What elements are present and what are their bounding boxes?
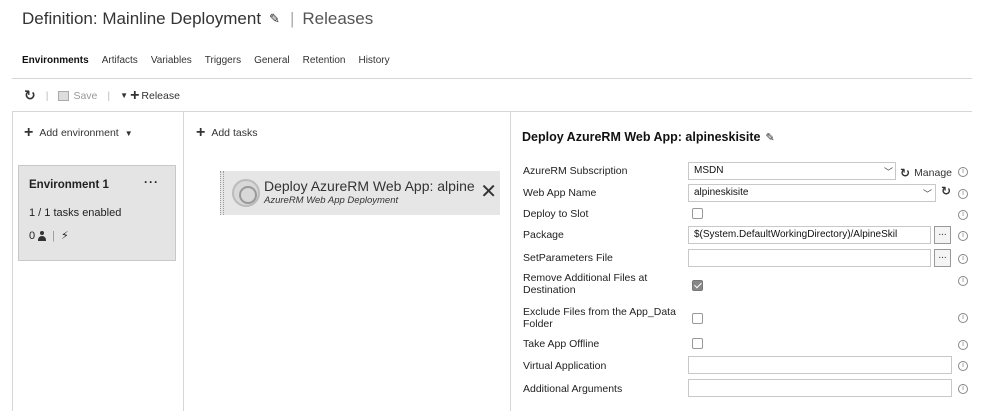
info-icon[interactable]: i [958, 276, 968, 286]
environment-tasks-status: 1 / 1 tasks enabled [29, 207, 122, 219]
panel-title: Deploy AzureRM Web App: alpineskisite [522, 130, 761, 144]
info-icon[interactable]: i [958, 254, 968, 264]
add-environment-button[interactable]: + Add environment ▼ [24, 124, 133, 141]
save-button[interactable]: Save [58, 90, 97, 102]
environment-name: Environment 1 [29, 179, 109, 191]
toolbar-separator: | [107, 89, 111, 102]
web-app-name-label: Web App Name [523, 187, 597, 199]
tab-history[interactable]: History [358, 55, 389, 66]
package-value: $(System.DefaultWorkingDirectory)/Alpine… [694, 229, 898, 240]
chevron-down-icon[interactable]: ﹀ [884, 165, 893, 178]
column-divider-2 [510, 112, 511, 411]
page-title: Definition: Mainline Deployment [22, 9, 262, 28]
additional-arguments-input[interactable] [688, 379, 952, 397]
close-icon[interactable]: ✕ [479, 182, 497, 202]
package-label: Package [523, 229, 564, 241]
subscription-label: AzureRM Subscription [523, 165, 628, 177]
subscription-value: MSDN [694, 165, 724, 176]
tab-variables[interactable]: Variables [151, 55, 192, 66]
virtual-application-input[interactable] [688, 356, 952, 374]
refresh-icon[interactable]: ↻ [941, 184, 951, 198]
remove-additional-files-checkbox[interactable] [692, 280, 703, 291]
info-icon[interactable]: i [958, 313, 968, 323]
setparameters-input[interactable] [688, 249, 931, 267]
tab-retention[interactable]: Retention [303, 55, 346, 66]
tab-environments[interactable]: Environments [22, 55, 89, 66]
column-divider-1 [183, 112, 184, 411]
add-tasks-label: Add tasks [211, 127, 258, 139]
info-icon[interactable]: i [958, 361, 968, 371]
additional-arguments-label: Additional Arguments [523, 383, 623, 395]
take-app-offline-label: Take App Offline [523, 338, 600, 350]
azure-web-app-icon [232, 179, 260, 207]
setparameters-label: SetParameters File [523, 252, 613, 264]
trigger-icon[interactable]: ⚡ [61, 229, 69, 242]
info-icon[interactable]: i [958, 189, 968, 199]
approver-icon[interactable] [38, 230, 47, 241]
left-divider [12, 112, 13, 411]
deploy-to-slot-checkbox[interactable] [692, 208, 703, 219]
info-icon[interactable]: i [958, 231, 968, 241]
take-app-offline-checkbox[interactable] [692, 338, 703, 349]
environment-card[interactable]: Environment 1 ··· 1 / 1 tasks enabled 0 … [18, 165, 176, 261]
plus-icon: + [130, 86, 140, 104]
manage-link[interactable]: ↻ Manage [900, 166, 952, 180]
manage-label: Manage [914, 167, 953, 179]
panel-title-row: Deploy AzureRM Web App: alpineskisite ✎ [522, 130, 781, 144]
tab-artifacts[interactable]: Artifacts [102, 55, 138, 66]
tabs-divider [12, 78, 972, 79]
save-label: Save [73, 89, 98, 102]
tab-bar: Environments Artifacts Variables Trigger… [22, 55, 403, 66]
plus-icon: + [196, 124, 206, 141]
pencil-icon[interactable]: ✎ [269, 11, 280, 27]
task-item[interactable]: Deploy AzureRM Web App: alpine AzureRM W… [220, 171, 500, 215]
toolbar: ↻ | Save | ▼ + Release [24, 87, 180, 104]
pencil-icon[interactable]: ✎ [765, 131, 774, 144]
package-input[interactable]: $(System.DefaultWorkingDirectory)/Alpine… [688, 226, 931, 244]
chevron-down-icon: ▼ [124, 128, 133, 138]
info-icon[interactable]: i [958, 340, 968, 350]
task-title: Deploy AzureRM Web App: alpine [264, 178, 475, 194]
save-icon [58, 90, 70, 101]
subscription-select[interactable]: MSDN [688, 162, 896, 180]
plus-icon: + [24, 124, 34, 141]
release-label: Release [141, 89, 180, 102]
refresh-icon[interactable]: ↻ [24, 87, 36, 104]
drag-handle[interactable] [220, 171, 224, 215]
add-tasks-button[interactable]: + Add tasks [196, 124, 258, 141]
remove-additional-files-label: Remove Additional Files at Destination [523, 272, 648, 296]
chevron-down-icon: ▼ [120, 91, 129, 100]
add-environment-label: Add environment [39, 127, 119, 139]
deploy-to-slot-label: Deploy to Slot [523, 208, 589, 220]
exclude-app-data-label: Exclude Files from the App_Data Folder [523, 306, 676, 330]
more-icon[interactable]: ··· [144, 175, 159, 189]
tab-general[interactable]: General [254, 55, 290, 66]
title-separator: | [289, 9, 295, 28]
virtual-application-label: Virtual Application [523, 360, 607, 372]
environment-footer: 0 | ⚡ [29, 229, 69, 243]
release-button[interactable]: ▼ + Release [120, 86, 180, 104]
setparameters-browse-button[interactable]: ... [934, 249, 951, 267]
info-icon[interactable]: i [958, 210, 968, 220]
info-icon[interactable]: i [958, 384, 968, 394]
package-browse-button[interactable]: ... [934, 226, 951, 244]
exclude-app-data-checkbox[interactable] [692, 313, 703, 324]
chevron-down-icon[interactable]: ﹀ [923, 187, 932, 200]
info-icon[interactable]: i [958, 167, 968, 177]
approvers-count: 0 [29, 229, 36, 242]
releases-link[interactable]: Releases [302, 9, 373, 29]
web-app-name-value: alpineskisite [694, 187, 749, 198]
page-title-row: Definition: Mainline Deployment ✎ | Rele… [22, 4, 373, 34]
tab-triggers[interactable]: Triggers [205, 55, 241, 66]
task-subtitle: AzureRM Web App Deployment [264, 195, 399, 206]
toolbar-separator: | [45, 89, 49, 102]
toolbar-divider [12, 111, 972, 112]
refresh-icon[interactable]: ↻ [900, 166, 910, 180]
footer-separator: | [52, 229, 55, 242]
web-app-name-select[interactable]: alpineskisite [688, 184, 936, 202]
